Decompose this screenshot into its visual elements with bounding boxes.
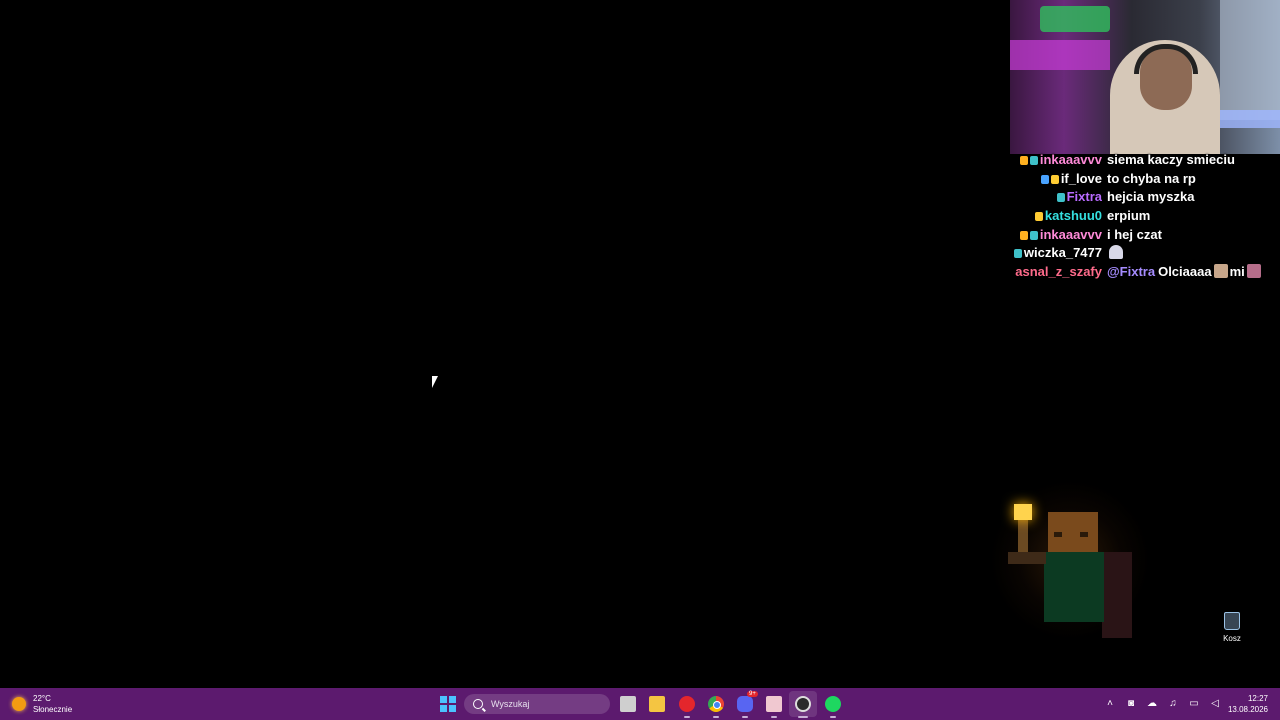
discord-tray-icon[interactable]: ◙	[1125, 698, 1137, 710]
minecraft-character-wallpaper	[990, 480, 1170, 650]
chat-message: to chyba na rp	[1107, 170, 1196, 186]
chat-mention: @Fixtra	[1107, 263, 1156, 279]
chat-line: wiczka_7477	[1004, 243, 1280, 262]
chat-message: hejcia myszka	[1107, 189, 1195, 205]
task-view-icon[interactable]	[620, 696, 636, 712]
network-icon[interactable]: ▭	[1188, 698, 1200, 710]
chat-overlay: inkaaavvv siema kaczy smieciu if_love to…	[1004, 150, 1280, 281]
search-icon	[473, 699, 483, 709]
chat-message: Olciaaaa	[1158, 263, 1212, 279]
discord-notification-badge: 9+	[747, 691, 758, 697]
weather-widget[interactable]: 22°C Słonecznie	[12, 693, 72, 715]
emote-icon	[1109, 245, 1123, 260]
search-placeholder: Wyszukaj	[491, 699, 530, 709]
system-tray: ˄ ◙ ☁ ♫ ▭ ◁	[1104, 698, 1221, 710]
search-input[interactable]: Wyszukaj	[464, 694, 610, 714]
recycle-bin-shortcut[interactable]: Kosz	[1212, 612, 1252, 643]
chrome-icon[interactable]	[708, 696, 724, 712]
chat-line: inkaaavvv i hej czat	[1004, 225, 1280, 244]
chat-username: asnal_z_szafy	[1015, 263, 1102, 279]
chat-username: katshuu0	[1044, 207, 1102, 223]
clock-date: 13.08.2026	[1227, 705, 1268, 714]
emote-icon	[1246, 263, 1261, 278]
paint-icon[interactable]	[766, 696, 782, 712]
chat-username: if_love	[1060, 170, 1102, 186]
chat-line: if_love to chyba na rp	[1004, 169, 1280, 188]
emote-icon	[1213, 263, 1228, 278]
recycle-bin-icon	[1224, 612, 1240, 630]
chat-username: inkaaavvv	[1039, 151, 1102, 167]
windows-start-icon[interactable]	[440, 696, 456, 712]
folder-icon[interactable]	[649, 696, 665, 712]
taskbar: 22°C Słonecznie Wyszukaj 9+ ˄ ◙ ☁ ♫ ▭ ◁ …	[0, 688, 1280, 720]
discord-icon[interactable]	[737, 696, 753, 712]
chat-message: siema kaczy smieciu	[1107, 151, 1235, 167]
chevron-up-icon[interactable]: ˄	[1104, 698, 1116, 710]
webcam-overlay	[1010, 0, 1280, 154]
weather-temperature: 22°C	[33, 694, 51, 703]
chat-username: inkaaavvv	[1039, 226, 1102, 242]
clock[interactable]: 12:27 13.08.2026	[1228, 693, 1268, 715]
obs-icon[interactable]	[795, 696, 811, 712]
onedrive-icon[interactable]: ☁	[1146, 698, 1158, 710]
chat-line: asnal_z_szafy @Fixtra Olciaaaa mi	[1004, 262, 1280, 281]
chat-username: Fixtra	[1066, 189, 1102, 205]
clock-time: 12:27	[1247, 694, 1268, 703]
sun-icon	[12, 697, 26, 711]
chat-username: wiczka_7477	[1023, 245, 1102, 261]
chat-message: erpium	[1107, 207, 1151, 223]
youtube-music-icon[interactable]	[679, 696, 695, 712]
chat-line: katshuu0 erpium	[1004, 206, 1280, 225]
mouse-cursor-icon	[432, 376, 438, 388]
volume-icon[interactable]: ◁	[1209, 698, 1221, 710]
weather-description: Słonecznie	[33, 705, 73, 714]
chat-message: i hej czat	[1107, 226, 1162, 242]
chat-line: Fixtra hejcia myszka	[1004, 187, 1280, 206]
chat-message-tail: mi	[1229, 263, 1245, 279]
chat-line: inkaaavvv siema kaczy smieciu	[1004, 150, 1280, 169]
microphone-icon[interactable]: ♫	[1167, 698, 1179, 710]
recycle-bin-label: Kosz	[1223, 634, 1241, 643]
spotify-icon[interactable]	[825, 696, 841, 712]
